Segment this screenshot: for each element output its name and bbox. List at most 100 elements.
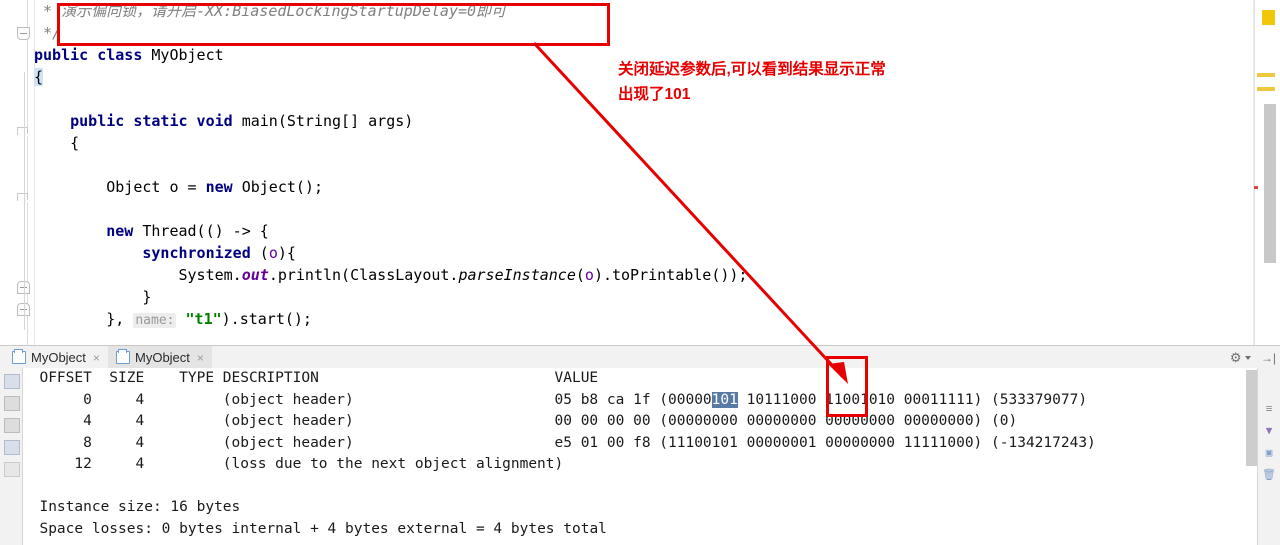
- code-token: public class: [34, 46, 152, 64]
- code-line[interactable]: */: [34, 22, 1280, 44]
- console-data-row: 4 4 (object header) 00 00 00 00 (0000000…: [22, 411, 1258, 433]
- scroll-to-end-icon[interactable]: ▼: [1262, 424, 1276, 438]
- code-token: ){: [277, 244, 296, 262]
- console-summary-losses: Space losses: 0 bytes internal + 4 bytes…: [22, 519, 1258, 541]
- code-editor[interactable]: * 演示偏向锁，请开启-XX:BiasedLockingStartupDelay…: [0, 0, 1280, 345]
- row-bits-post: 00000001 00000000 11111000): [737, 434, 992, 451]
- code-line[interactable]: new Thread(() -> {: [34, 220, 1280, 242]
- code-token: 演示偏向锁，请开启-XX:BiasedLockingStartupDelay=0…: [61, 2, 507, 20]
- code-token: Object();: [232, 178, 323, 196]
- class-file-icon: [12, 349, 26, 364]
- console-left-toolbar[interactable]: [0, 368, 23, 545]
- trace-icon[interactable]: [4, 440, 20, 455]
- tab-bar-tools[interactable]: ⚙ →|: [1230, 346, 1276, 369]
- warning-marker-icon[interactable]: [1262, 10, 1275, 25]
- soft-wrap-icon[interactable]: ≡: [1262, 402, 1276, 416]
- code-token: {: [34, 68, 44, 86]
- code-line[interactable]: {: [34, 132, 1280, 154]
- code-line[interactable]: }, name: "t1").start();: [34, 308, 1280, 330]
- code-line[interactable]: [34, 154, 1280, 176]
- close-icon[interactable]: ×: [93, 351, 100, 365]
- code-token: "t1": [185, 310, 222, 328]
- code-token: ).toPrintable());: [593, 266, 748, 284]
- console-vertical-scrollbar[interactable]: [1246, 370, 1257, 466]
- close-icon[interactable]: ×: [197, 351, 204, 365]
- code-lines[interactable]: * 演示偏向锁，请开启-XX:BiasedLockingStartupDelay…: [34, 0, 1280, 345]
- console-header-row: OFFSET SIZE TYPE DESCRIPTION VALUE: [22, 368, 1258, 390]
- code-token: o: [268, 244, 278, 262]
- code-line[interactable]: [34, 330, 1280, 345]
- row-bits-pre: (00000000: [659, 413, 738, 429]
- editor-marker-bar[interactable]: [1253, 0, 1280, 345]
- gear-icon: ⚙: [1229, 350, 1242, 365]
- tab-myobject-1[interactable]: MyObject ×: [4, 346, 104, 369]
- annotation-callout-text: 关闭延迟参数后,可以看到结果显示正常 出现了101: [618, 61, 886, 103]
- row-bits-pre: (11100101: [659, 434, 738, 451]
- instance-size-text: Instance size: 16 bytes: [39, 499, 241, 515]
- code-token: {: [34, 134, 80, 152]
- row-left: 4 4 (object header): [22, 413, 555, 429]
- tab-label: MyObject: [31, 350, 86, 365]
- code-line[interactable]: * 演示偏向锁，请开启-XX:BiasedLockingStartupDelay…: [34, 0, 1280, 22]
- code-token: parseInstance: [458, 266, 576, 284]
- editor-gutter[interactable]: [0, 0, 35, 345]
- code-token: }: [34, 288, 152, 306]
- console-tab-bar[interactable]: MyObject × MyObject × ⚙ →|: [0, 345, 1280, 370]
- row-bits-post: 10111000 11001010 00011111): [737, 391, 992, 408]
- pause-icon[interactable]: [4, 418, 20, 433]
- error-stripe-marker[interactable]: [1254, 186, 1258, 189]
- stop-icon[interactable]: [4, 396, 20, 411]
- console-data-row: 12 4 (loss due to the next object alignm…: [22, 454, 1258, 476]
- dump-icon[interactable]: [4, 462, 20, 477]
- row-bits-post: 00000000 00000000 00000000): [737, 413, 992, 429]
- ide-window: * 演示偏向锁，请开启-XX:BiasedLockingStartupDelay…: [0, 0, 1280, 545]
- settings-button[interactable]: ⚙: [1230, 351, 1251, 364]
- tab-myobject-2[interactable]: MyObject ×: [108, 346, 212, 369]
- code-token: },: [34, 310, 134, 328]
- code-line[interactable]: [34, 198, 1280, 220]
- row-decimal: (0): [991, 413, 1018, 429]
- console-data-row: 0 4 (object header) 05 b8 ca 1f (0000010…: [22, 390, 1258, 412]
- code-token: name:: [133, 313, 177, 328]
- rerun-icon[interactable]: [4, 374, 20, 389]
- change-stripe-marker-1[interactable]: [1257, 73, 1275, 77]
- code-line[interactable]: System.out.println(ClassLayout.parseInst…: [34, 264, 1280, 286]
- row-hex: 00 00 00 00: [554, 413, 660, 429]
- clear-all-icon[interactable]: 🗑: [1262, 468, 1276, 482]
- code-token: synchronized: [142, 244, 251, 262]
- hide-panel-icon[interactable]: →|: [1261, 351, 1276, 365]
- console-summary-size: Instance size: 16 bytes: [22, 497, 1258, 519]
- code-token: Thread(() -> {: [133, 222, 269, 240]
- row-decimal: (-134217243): [991, 434, 1096, 451]
- code-token: .println(ClassLayout.: [268, 266, 459, 284]
- fold-icon-comment[interactable]: [17, 27, 30, 40]
- code-line[interactable]: Object o = new Object();: [34, 176, 1280, 198]
- code-token: new: [205, 178, 233, 196]
- run-console[interactable]: OFFSET SIZE TYPE DESCRIPTION VALUE 0 4 (…: [0, 368, 1280, 545]
- console-output[interactable]: OFFSET SIZE TYPE DESCRIPTION VALUE 0 4 (…: [22, 368, 1258, 540]
- code-token: public static void: [70, 112, 242, 130]
- code-line[interactable]: public static void main(String[] args): [34, 110, 1280, 132]
- chevron-down-icon: [1244, 355, 1251, 360]
- code-line[interactable]: synchronized (o){: [34, 242, 1280, 264]
- print-icon[interactable]: ▣: [1262, 446, 1276, 460]
- code-line[interactable]: }: [34, 286, 1280, 308]
- class-file-icon: [116, 349, 130, 364]
- code-token: o: [584, 266, 594, 284]
- code-token: ).start();: [221, 310, 312, 328]
- console-right-toolbar[interactable]: ≡ ▼ ▣ 🗑: [1257, 368, 1280, 545]
- tab-label: MyObject: [135, 350, 190, 365]
- editor-vertical-scrollbar[interactable]: [1264, 104, 1276, 263]
- code-token: main(String[] args): [241, 112, 414, 130]
- row-bits-pre: (00000: [659, 391, 712, 408]
- row-hex: e5 01 00 f8: [554, 434, 660, 451]
- change-stripe-marker-2[interactable]: [1257, 87, 1275, 91]
- row-left: 12 4 (loss due to the next object alignm…: [22, 456, 564, 472]
